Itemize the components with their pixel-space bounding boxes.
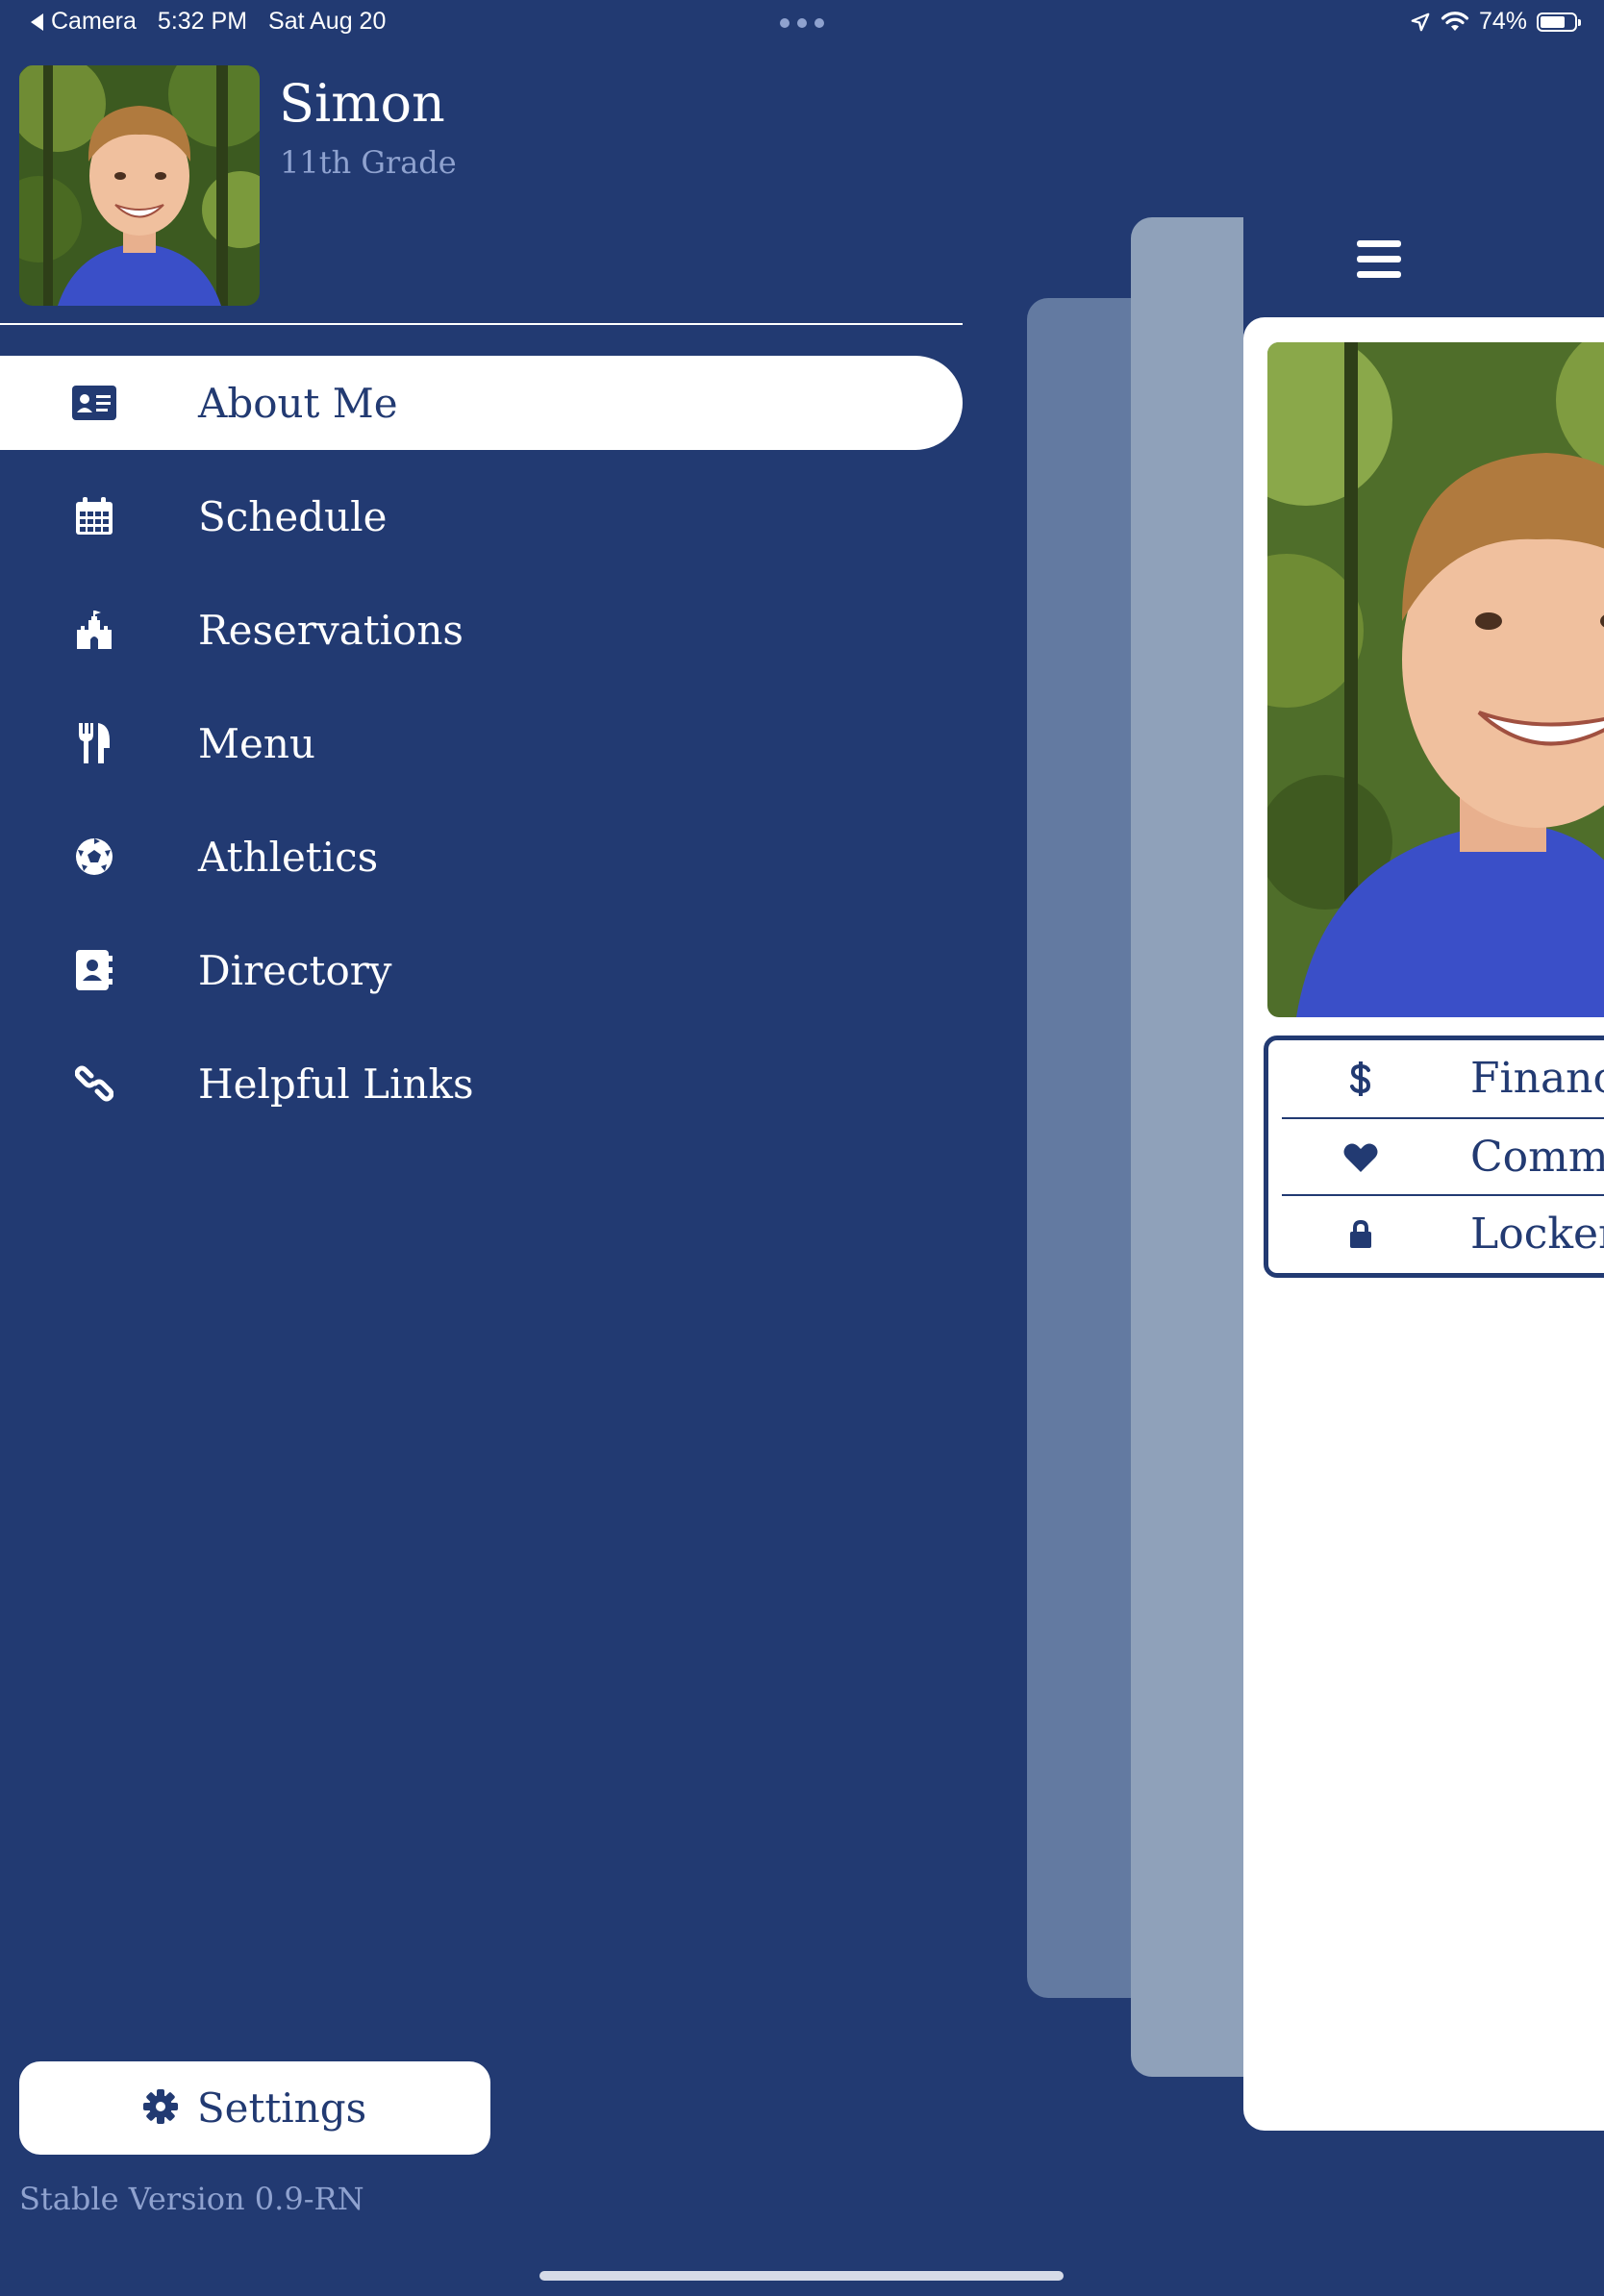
sidebar-item-label: About Me bbox=[198, 379, 398, 427]
profile-grade: 11th Grade bbox=[280, 144, 457, 181]
quick-link-label: Locker C bbox=[1470, 1210, 1604, 1259]
sidebar-item-label: Helpful Links bbox=[198, 1060, 474, 1108]
status-date: Sat Aug 20 bbox=[268, 8, 387, 35]
profile-name: Simon bbox=[279, 73, 445, 134]
castle-icon bbox=[69, 611, 119, 649]
sidebar-item-reservations[interactable]: Reservations bbox=[0, 583, 963, 677]
header-divider bbox=[0, 323, 963, 325]
utensils-icon bbox=[69, 723, 119, 763]
sidebar-item-schedule[interactable]: Schedule bbox=[0, 469, 963, 563]
address-book-icon bbox=[69, 950, 119, 990]
home-indicator[interactable] bbox=[539, 2271, 1064, 2281]
sidebar-item-about-me[interactable]: About Me bbox=[0, 356, 963, 450]
sidebar-item-helpful-links[interactable]: Helpful Links bbox=[0, 1036, 963, 1131]
sidebar-item-label: Reservations bbox=[198, 606, 464, 654]
hamburger-menu-icon[interactable] bbox=[1357, 240, 1401, 287]
dollar-icon bbox=[1340, 1058, 1382, 1100]
quick-link-community[interactable]: Commu bbox=[1282, 1117, 1604, 1196]
avatar[interactable] bbox=[19, 65, 260, 306]
back-arrow-icon bbox=[31, 12, 43, 31]
status-bar: Camera 5:32 PM Sat Aug 20 74% bbox=[0, 0, 1604, 46]
battery-icon bbox=[1537, 12, 1581, 32]
multitasking-dots-icon[interactable] bbox=[780, 18, 824, 28]
lock-icon bbox=[1340, 1213, 1382, 1256]
quick-link-label: Commu bbox=[1470, 1133, 1604, 1182]
version-text: Stable Version 0.9-RN bbox=[19, 2181, 364, 2217]
wifi-icon bbox=[1441, 11, 1469, 31]
sidebar-item-directory[interactable]: Directory bbox=[0, 923, 963, 1017]
quick-link-locker[interactable]: Locker C bbox=[1282, 1194, 1604, 1273]
back-label: Camera bbox=[51, 8, 137, 35]
quick-link-label: Financial bbox=[1470, 1054, 1604, 1103]
sidebar-item-athletics[interactable]: Athletics bbox=[0, 810, 963, 904]
sidebar-item-label: Schedule bbox=[198, 492, 388, 540]
calendar-icon bbox=[69, 497, 119, 536]
heart-icon bbox=[1340, 1136, 1382, 1179]
settings-label: Settings bbox=[196, 2084, 367, 2132]
sidebar-item-label: Menu bbox=[198, 719, 315, 767]
status-time: 5:32 PM bbox=[157, 8, 248, 35]
settings-button[interactable]: Settings bbox=[19, 2061, 490, 2155]
id-card-icon bbox=[69, 384, 119, 422]
battery-percent: 74% bbox=[1478, 8, 1527, 35]
profile-photo-large bbox=[1267, 342, 1604, 1017]
quick-links-list: Financial Commu Locker C bbox=[1264, 1036, 1604, 1278]
link-icon bbox=[69, 1064, 119, 1103]
back-to-camera-link[interactable]: Camera bbox=[31, 8, 137, 36]
soccer-ball-icon bbox=[69, 837, 119, 876]
location-arrow-icon bbox=[1411, 12, 1430, 31]
sidebar-nav: About Me Schedule Reservations Menu Athl… bbox=[0, 356, 963, 1150]
sidebar-item-label: Athletics bbox=[198, 833, 379, 881]
gear-icon bbox=[142, 2088, 178, 2128]
sidebar-item-label: Directory bbox=[198, 946, 392, 994]
sidebar-item-menu[interactable]: Menu bbox=[0, 696, 963, 790]
quick-link-financial[interactable]: Financial bbox=[1282, 1040, 1604, 1117]
